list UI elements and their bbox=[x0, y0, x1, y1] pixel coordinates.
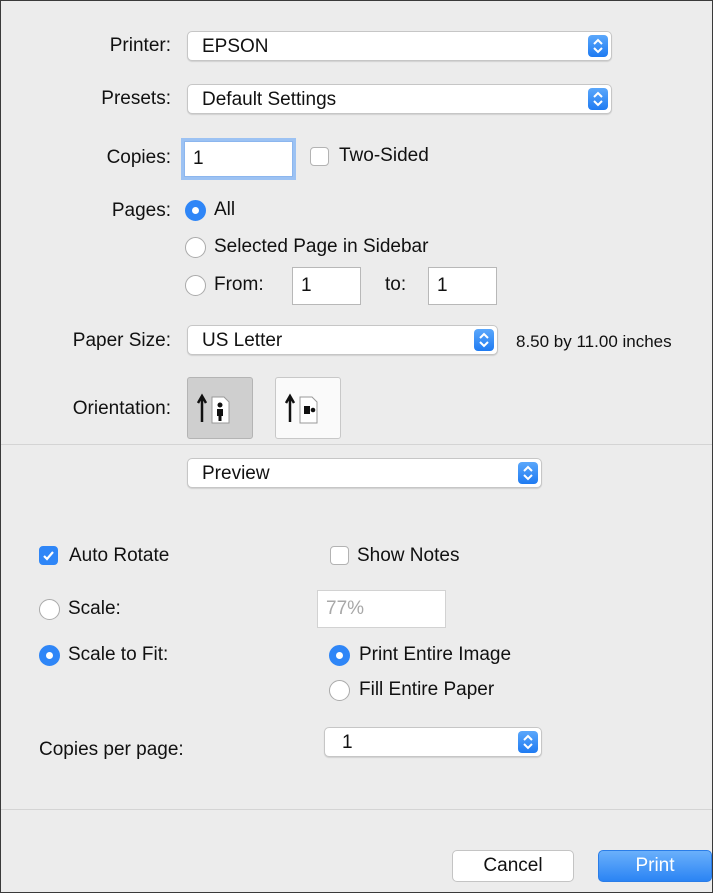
two-sided-label: Two-Sided bbox=[339, 145, 429, 166]
copies-per-page-value: 1 bbox=[342, 732, 353, 753]
presets-label: Presets: bbox=[101, 88, 171, 109]
pages-selected-radio[interactable] bbox=[185, 237, 206, 258]
fill-entire-paper-radio[interactable] bbox=[329, 680, 350, 701]
pages-from-radio[interactable] bbox=[185, 275, 206, 296]
show-notes-label: Show Notes bbox=[357, 545, 460, 566]
printer-label: Printer: bbox=[109, 35, 171, 56]
auto-rotate-checkbox[interactable] bbox=[39, 546, 58, 565]
print-entire-image-label: Print Entire Image bbox=[359, 644, 512, 665]
copies-input[interactable] bbox=[185, 142, 292, 176]
scale-to-fit-radio[interactable] bbox=[39, 645, 60, 666]
print-entire-image-radio[interactable] bbox=[329, 645, 350, 666]
pages-to-input[interactable] bbox=[429, 268, 496, 304]
checkmark-icon bbox=[43, 551, 54, 561]
paper-dimensions: 8.50 by 11.00 inches bbox=[516, 332, 672, 351]
scale-to-fit-label: Scale to Fit: bbox=[68, 644, 169, 665]
landscape-icon bbox=[284, 393, 318, 424]
cancel-button[interactable]: Cancel bbox=[452, 850, 574, 882]
auto-rotate-label: Auto Rotate bbox=[69, 545, 170, 566]
pages-selected-label: Selected Page in Sidebar bbox=[214, 236, 429, 257]
pages-to-label: to: bbox=[385, 274, 407, 295]
popup-stepper-icon bbox=[588, 88, 608, 110]
pages-all-radio[interactable] bbox=[185, 200, 206, 221]
copies-label: Copies: bbox=[106, 147, 171, 168]
portrait-orientation-button[interactable] bbox=[187, 377, 253, 439]
print-button[interactable]: Print bbox=[598, 850, 712, 882]
pages-from-field[interactable] bbox=[292, 267, 361, 305]
printer-value: EPSON bbox=[202, 36, 269, 57]
scale-radio[interactable] bbox=[39, 599, 60, 620]
copies-per-page-popup[interactable]: 1 bbox=[324, 727, 542, 757]
popup-stepper-icon bbox=[518, 731, 538, 753]
presets-value: Default Settings bbox=[202, 89, 337, 110]
scale-field[interactable] bbox=[317, 590, 446, 628]
pages-from-input[interactable] bbox=[293, 268, 360, 304]
presets-popup[interactable]: Default Settings bbox=[187, 84, 612, 114]
print-dialog: Printer: EPSON Presets: Default Settings… bbox=[0, 0, 713, 893]
show-notes-checkbox[interactable] bbox=[330, 546, 349, 565]
popup-stepper-icon bbox=[518, 462, 538, 484]
popup-stepper-icon bbox=[474, 329, 494, 351]
app-section-popup[interactable]: Preview bbox=[187, 458, 542, 488]
scale-label: Scale: bbox=[68, 598, 121, 619]
portrait-icon bbox=[196, 393, 230, 424]
printer-popup[interactable]: EPSON bbox=[187, 31, 612, 61]
pages-to-field[interactable] bbox=[428, 267, 497, 305]
landscape-orientation-button[interactable] bbox=[275, 377, 341, 439]
app-section-value: Preview bbox=[202, 463, 270, 484]
pages-all-label: All bbox=[214, 199, 236, 220]
paper-size-popup[interactable]: US Letter bbox=[187, 325, 498, 355]
paper-size-value: US Letter bbox=[202, 330, 283, 351]
fill-entire-paper-label: Fill Entire Paper bbox=[359, 679, 495, 700]
copies-field[interactable] bbox=[184, 141, 293, 177]
orientation-label: Orientation: bbox=[72, 398, 171, 419]
section-divider bbox=[1, 444, 712, 445]
scale-input[interactable] bbox=[318, 591, 445, 627]
pages-label: Pages: bbox=[111, 200, 171, 221]
popup-stepper-icon bbox=[588, 35, 608, 57]
two-sided-checkbox[interactable] bbox=[310, 147, 329, 166]
pages-from-label: From: bbox=[214, 274, 264, 295]
copies-per-page-label: Copies per page: bbox=[39, 739, 184, 760]
bottom-divider bbox=[1, 809, 712, 810]
paper-size-label: Paper Size: bbox=[72, 330, 171, 351]
